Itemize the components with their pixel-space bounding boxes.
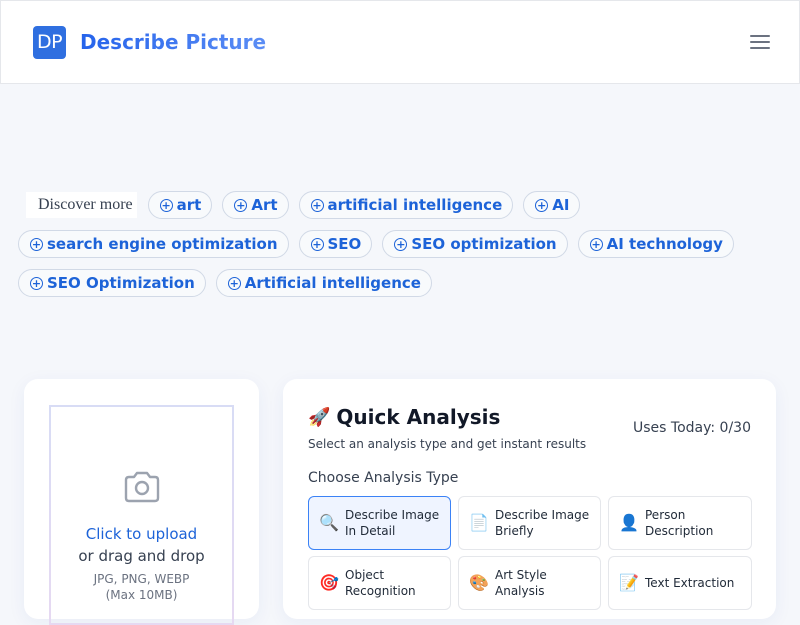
plus-icon: + xyxy=(394,237,408,251)
upload-card: Click to upload or drag and drop JPG, PN… xyxy=(24,379,259,625)
plus-icon: + xyxy=(30,276,43,290)
quick-analysis-subtitle: Select an analysis type and get instant … xyxy=(308,437,587,451)
discover-tags: Discover more + art + Art + artificial inte… xyxy=(18,191,788,297)
drag-drop-text: or drag and drop xyxy=(78,547,205,565)
tag-artificial-intelligence-capital[interactable]: + Artificial intelligence xyxy=(215,269,432,297)
tag-seo-optimization-capital[interactable]: + SEO Optimization xyxy=(18,269,206,297)
document-icon: 📄 xyxy=(469,515,489,532)
click-to-upload-link[interactable]: Click to upload xyxy=(86,525,197,543)
supported-formats: JPG, PNG, WEBP (Max 10MB) xyxy=(93,572,190,602)
option-art-style[interactable]: 🎨 Art Style Analysis xyxy=(458,556,601,610)
uses-today-counter: Uses Today: 0/30 xyxy=(633,420,751,436)
discover-label: Discover more xyxy=(26,192,137,218)
plus-icon: + xyxy=(310,198,324,212)
brand[interactable]: DP Describe Picture xyxy=(33,25,267,59)
plus-icon: + xyxy=(310,237,324,251)
plus-icon: + xyxy=(234,198,248,212)
magnifier-icon: 🔍 xyxy=(319,515,339,532)
plus-icon: + xyxy=(589,237,603,251)
plus-icon: + xyxy=(30,237,43,251)
tag-artificial-intelligence[interactable]: + artificial intelligence xyxy=(298,191,514,219)
option-describe-detail[interactable]: 🔍 Describe Image In Detail xyxy=(308,496,451,550)
hamburger-menu-icon[interactable] xyxy=(749,33,771,51)
plus-icon: + xyxy=(535,198,549,212)
choose-analysis-label: Choose Analysis Type xyxy=(308,470,459,486)
upload-dropzone[interactable]: Click to upload or drag and drop JPG, PN… xyxy=(49,405,234,625)
tag-art[interactable]: + art xyxy=(147,191,213,219)
tag-art-capital[interactable]: + Art xyxy=(222,191,289,219)
memo-icon: 📝 xyxy=(619,575,639,592)
option-object-recognition[interactable]: 🎯 Object Recognition xyxy=(308,556,451,610)
tag-seo[interactable]: + SEO xyxy=(298,230,373,258)
logo: DP xyxy=(33,25,66,59)
option-person-description[interactable]: 👤 Person Description xyxy=(608,496,752,550)
plus-icon: + xyxy=(227,276,241,290)
tag-search-engine-optimization[interactable]: + search engine optimization xyxy=(18,230,289,258)
palette-icon: 🎨 xyxy=(469,575,489,592)
option-text-extraction[interactable]: 📝 Text Extraction xyxy=(608,556,752,610)
camera-icon xyxy=(124,471,159,503)
person-icon: 👤 xyxy=(619,515,639,532)
analysis-type-grid: 🔍 Describe Image In Detail 📄 Describe Im… xyxy=(308,496,752,610)
option-describe-brief[interactable]: 📄 Describe Image Briefly xyxy=(458,496,601,550)
tag-seo-optimization[interactable]: + SEO optimization xyxy=(382,230,568,258)
tag-ai[interactable]: + AI xyxy=(523,191,581,219)
tag-ai-technology[interactable]: + AI technology xyxy=(577,230,734,258)
quick-analysis-card: 🚀 Quick Analysis Select an analysis type… xyxy=(283,379,776,619)
top-header: DP Describe Picture xyxy=(0,0,800,84)
plus-icon: + xyxy=(159,198,173,212)
rocket-icon: 🚀 xyxy=(308,406,331,428)
target-icon: 🎯 xyxy=(319,575,339,592)
brand-name: Describe Picture xyxy=(80,30,267,54)
